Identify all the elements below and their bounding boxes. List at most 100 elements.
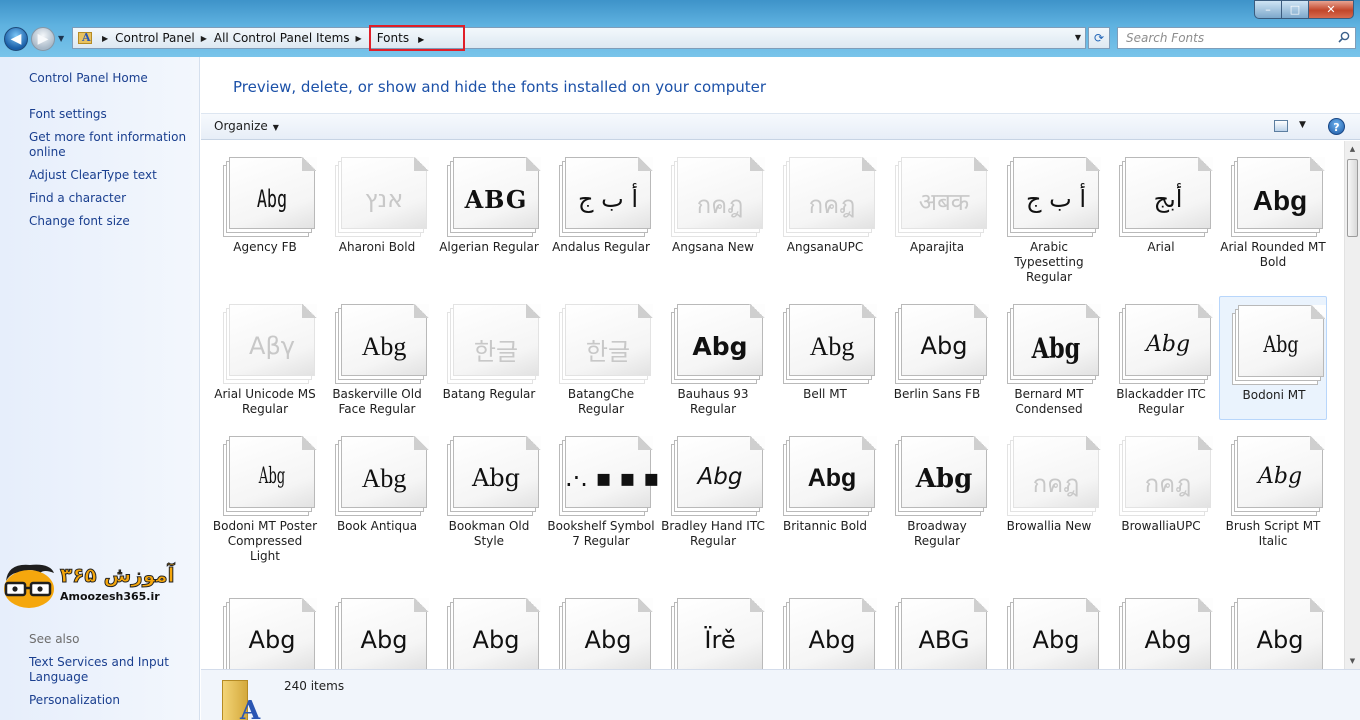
address-dropdown-icon[interactable]: ▼ [1075, 33, 1081, 42]
font-tile[interactable]: Abg [1219, 590, 1327, 669]
font-tile[interactable]: אנץ Aharoni Bold [323, 149, 431, 273]
font-tile[interactable]: Abg Book Antiqua [323, 428, 431, 586]
breadcrumb-control-panel[interactable]: Control Panel [115, 31, 195, 45]
scrollbar-thumb[interactable] [1347, 159, 1358, 237]
breadcrumb-separator-icon[interactable]: ▶ [356, 34, 362, 43]
font-tile[interactable]: กคฎ AngsanaUPC [771, 149, 879, 273]
font-preview-glyph: Abg [1252, 185, 1308, 216]
see-also-header: See also [29, 632, 80, 646]
scroll-down-icon[interactable]: ▼ [1345, 653, 1360, 669]
font-preview-glyph: กคฎ [1144, 470, 1192, 498]
minimize-button[interactable]: – [1254, 0, 1281, 19]
font-tile[interactable]: Abg Britannic Bold [771, 428, 879, 586]
font-tile[interactable]: अबक Aparajita [883, 149, 991, 273]
breadcrumb-fonts[interactable]: Fonts ▶ [368, 25, 465, 51]
font-tile[interactable]: .·. ▪ ▪ ▪ Bookshelf Symbol 7 Regular [547, 428, 660, 586]
font-tile[interactable]: Abg [323, 590, 431, 669]
font-tile[interactable]: Abg [211, 590, 319, 669]
close-button[interactable]: ✕ [1308, 0, 1354, 19]
font-preview-glyph: .·. ▪ ▪ ▪ [565, 464, 660, 492]
font-tile[interactable]: Abg [435, 590, 543, 669]
font-tile[interactable]: กคฎ BrowalliaUPC [1107, 428, 1215, 586]
font-tile[interactable]: Abg Broadway Regular [883, 428, 991, 586]
change-font-size-link[interactable]: Change font size [29, 214, 189, 229]
font-preview-glyph: Abg [1031, 332, 1081, 365]
font-tile[interactable]: Abg Brush Script MT Italic [1219, 428, 1327, 586]
font-tile[interactable]: Abg Agency FB [211, 149, 319, 273]
font-name: Britannic Bold [782, 519, 868, 533]
font-tile[interactable]: Abg Bell MT [771, 296, 879, 420]
font-tile[interactable]: أبج Arial [1107, 149, 1215, 273]
font-tile[interactable]: Abg [1107, 590, 1215, 669]
font-name: AngsanaUPC [786, 240, 864, 254]
personalization-link[interactable]: Personalization [29, 693, 189, 708]
font-tile[interactable]: 한글 Batang Regular [435, 296, 543, 420]
more-font-info-link[interactable]: Get more font information online [29, 130, 189, 160]
font-file-icon: Abg [447, 598, 541, 669]
font-tile[interactable]: Ïrě [659, 590, 767, 669]
font-tile[interactable]: Αβγ Arial Unicode MS Regular [211, 296, 319, 420]
font-tile[interactable]: أ ب ج Andalus Regular [547, 149, 655, 273]
font-name: Brush Script MT Italic [1225, 519, 1321, 548]
font-preview-glyph: Abg [1263, 333, 1299, 358]
search-input[interactable]: Search Fonts [1117, 27, 1356, 49]
font-tile[interactable]: Abg Blackadder ITC Regular [1107, 296, 1215, 420]
change-view-icon[interactable] [1274, 120, 1288, 132]
find-character-link[interactable]: Find a character [29, 191, 189, 206]
organize-label: Organize [214, 119, 268, 133]
font-tile[interactable]: กคฎ Browallia New [995, 428, 1103, 586]
font-tile[interactable]: Abg [995, 590, 1103, 669]
font-tile[interactable]: Abg Bodoni MT [1219, 296, 1327, 420]
font-tile[interactable]: أ ب ج Arabic Typesetting Regular [995, 149, 1103, 284]
address-bar[interactable]: A ▶ Control Panel ▶ All Control Panel It… [72, 25, 1086, 51]
font-settings-link[interactable]: Font settings [29, 107, 189, 122]
font-preview-glyph: أبج [1153, 185, 1183, 213]
font-tile[interactable]: 한글 BatangChe Regular [547, 296, 655, 420]
font-tile[interactable]: Abg Bauhaus 93 Regular [659, 296, 767, 420]
recent-pages-dropdown[interactable]: ▼ [58, 34, 64, 43]
font-file-icon: Abg [783, 304, 877, 386]
back-button[interactable]: ◀ [4, 27, 28, 51]
font-tile[interactable]: Abg [547, 590, 655, 669]
font-file-icon: ABG [447, 157, 541, 239]
font-tile[interactable]: Abg Bernard MT Condensed [995, 296, 1103, 420]
cleartype-link[interactable]: Adjust ClearType text [29, 168, 189, 183]
maximize-button[interactable]: □ [1281, 0, 1308, 19]
refresh-button[interactable]: ⟳ [1088, 27, 1110, 49]
font-preview-glyph: Abg [1256, 626, 1304, 654]
font-file-icon: أبج [1119, 157, 1213, 239]
font-preview-glyph: Abg [584, 626, 632, 654]
details-pane: A 240 items [201, 669, 1360, 720]
scroll-up-icon[interactable]: ▲ [1345, 141, 1360, 157]
font-name: Baskerville Old Face Regular [332, 387, 422, 416]
font-tile[interactable]: Abg Baskerville Old Face Regular [323, 296, 431, 420]
font-preview-glyph: Abg [1145, 332, 1191, 357]
vertical-scrollbar[interactable]: ▲ ▼ [1344, 141, 1360, 669]
font-tile[interactable]: Abg [771, 590, 879, 669]
font-file-icon: Αβγ [223, 304, 317, 386]
control-panel-home-link[interactable]: Control Panel Home [29, 71, 189, 86]
font-tile[interactable]: Abg Bodoni MT Poster Compressed Light [211, 428, 319, 586]
help-button[interactable]: ? [1328, 118, 1345, 135]
font-tile[interactable]: ABG [883, 590, 991, 669]
font-file-icon: Abg [447, 436, 541, 518]
font-tile[interactable]: Abg Bookman Old Style [435, 428, 543, 586]
forward-button[interactable]: ▶ [31, 27, 55, 51]
font-file-icon: أ ب ج [559, 157, 653, 239]
logo-text-url: Amoozesh365.ir [60, 590, 160, 603]
text-services-link[interactable]: Text Services and Input Language [29, 655, 189, 685]
fonts-folder-icon: A [218, 676, 266, 720]
breadcrumb-all-items[interactable]: All Control Panel Items [214, 31, 350, 45]
view-options-dropdown[interactable]: ▼ [1299, 120, 1306, 130]
font-preview-glyph: Abg [808, 626, 856, 654]
font-tile[interactable]: กคฎ Angsana New [659, 149, 767, 273]
font-tile[interactable]: Abg Bradley Hand ITC Regular [659, 428, 767, 586]
breadcrumb-separator-icon[interactable]: ▶ [102, 34, 108, 43]
font-preview-glyph: Abg [258, 464, 286, 489]
font-tile[interactable]: ABG Algerian Regular [435, 149, 543, 273]
font-tile[interactable]: Abg Arial Rounded MT Bold [1219, 149, 1327, 273]
font-tile[interactable]: Abg Berlin Sans FB [883, 296, 991, 420]
breadcrumb-separator-icon[interactable]: ▶ [201, 34, 207, 43]
font-file-icon: 한글 [447, 304, 541, 386]
organize-button[interactable]: Organize ▼ [214, 119, 279, 133]
